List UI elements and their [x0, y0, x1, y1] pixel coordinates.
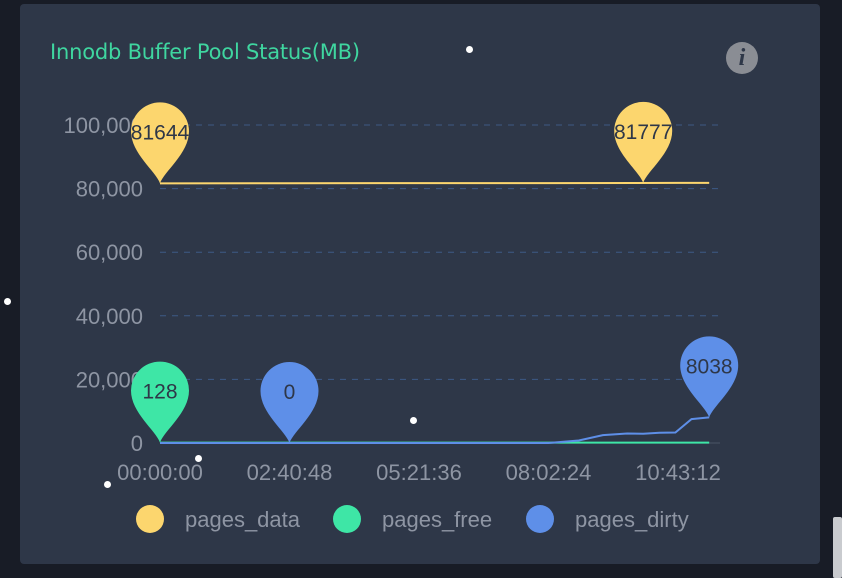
- x-axis: 00:00:00 02:40:48 05:21:36 08:02:24 10:43:12: [117, 442, 721, 485]
- y-tick-label: 40,000: [76, 304, 143, 329]
- legend-label: pages_data: [185, 507, 301, 532]
- legend-swatch: [136, 505, 164, 533]
- legend-swatch: [526, 505, 554, 533]
- marker-pin-label: 128: [142, 381, 177, 404]
- x-tick-label: 10:43:12: [635, 460, 721, 485]
- marker-pin-pages_dirty-min: 0: [260, 362, 319, 443]
- y-tick-label: 80,000: [76, 177, 143, 202]
- legend-label: pages_free: [382, 507, 492, 532]
- y-tick-label: 60,000: [76, 240, 143, 265]
- chart-svg: 020,00040,00060,00080,000100,000 00:00:0…: [63, 101, 739, 533]
- y-tick-label: 0: [131, 431, 143, 456]
- marker-pin-label: 8038: [686, 355, 733, 378]
- legend-item-pages_dirty[interactable]: pages_dirty: [526, 505, 689, 533]
- marker-pin-pages_data-min: 81644: [131, 102, 190, 184]
- decor-dot: [410, 417, 417, 424]
- y-axis: 020,00040,00060,00080,000100,000: [63, 113, 143, 456]
- series-line-pages_dirty: [160, 416, 710, 444]
- x-tick-label: 00:00:00: [117, 460, 203, 485]
- legend-swatch: [333, 505, 361, 533]
- legend[interactable]: pages_data pages_free pages_dirty: [136, 505, 689, 533]
- x-tick-label: 05:21:36: [376, 460, 462, 485]
- marker-pin-pages_data-max: 81777: [614, 101, 672, 183]
- decor-dot: [466, 46, 473, 53]
- legend-item-pages_free[interactable]: pages_free: [333, 505, 492, 533]
- decor-dot: [104, 481, 111, 488]
- marker-pin-label: 81777: [614, 121, 672, 144]
- series: [159, 181, 710, 444]
- marker-pin-label: 81644: [131, 121, 190, 144]
- series-line-pages_data: [159, 181, 710, 185]
- x-tick-label: 02:40:48: [247, 460, 333, 485]
- marker-pin-pages_dirty-max: 8038: [680, 336, 739, 418]
- marker-pin-label: 0: [284, 381, 296, 404]
- legend-item-pages_data[interactable]: pages_data: [136, 505, 301, 533]
- scrollbar[interactable]: [833, 517, 842, 578]
- decor-dot: [195, 455, 202, 462]
- markers: 81644 81777 128 0 8038: [131, 101, 739, 443]
- decor-dot: [4, 298, 11, 305]
- legend-label: pages_dirty: [575, 507, 689, 532]
- x-tick-label: 08:02:24: [506, 460, 592, 485]
